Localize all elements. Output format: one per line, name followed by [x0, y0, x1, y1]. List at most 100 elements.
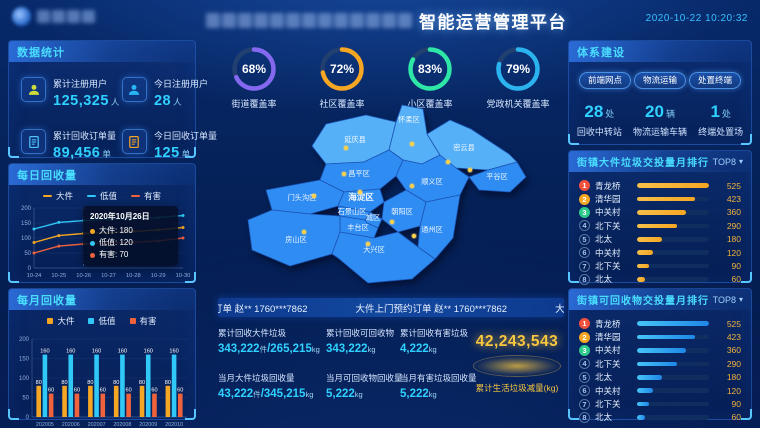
rank-value: 360 [714, 345, 741, 355]
bar-有害[interactable] [126, 394, 131, 417]
legend-marker [130, 318, 136, 324]
summary-unit: kg [429, 390, 437, 399]
rank-bar-fill [637, 183, 709, 188]
ranking-row: 6中关村120 [579, 246, 741, 259]
rank-value: 60 [714, 274, 741, 284]
summary-cell: 当月可回收物回收量5,222kg [326, 372, 400, 400]
chart-text: 10-28 [126, 273, 141, 279]
rank-badge: 2 [579, 332, 590, 343]
rank-bar-track [637, 348, 709, 353]
bar-低值[interactable] [68, 355, 73, 417]
summary-cell: 当月有害垃圾回收量5,222kg [400, 372, 468, 400]
tooltip-text: 大件: 180 [99, 225, 133, 237]
stat-label: 累计回收订单量 [53, 129, 116, 142]
bar-有害[interactable] [75, 394, 80, 417]
ticker-item: 大件上门预约订单 赵** 1760***7862 [356, 301, 556, 315]
summary-unit: kg [312, 345, 320, 354]
bar-有害[interactable] [152, 394, 157, 417]
system-tab-button[interactable]: 物流运输 [634, 72, 686, 89]
chart-text: 80 [139, 380, 145, 386]
ranking-list: 1青龙桥5252清华园4233中关村3604北下关2905北太1806中关村12… [569, 310, 751, 424]
ranking-row: 3中关村360 [579, 206, 741, 219]
legend-label: 低值 [98, 315, 115, 327]
gauge-percent: 68% [229, 44, 279, 94]
map-marker-dot [312, 194, 316, 198]
bar-低值[interactable] [94, 355, 99, 417]
legend-item-大件[interactable]: 大件 [47, 315, 74, 327]
rank-bar-fill [637, 250, 653, 255]
bar-低值[interactable] [43, 355, 48, 417]
tooltip-series-dot [90, 229, 95, 234]
summary-value: 343,222件/265,215kg [218, 343, 326, 355]
stat-text: 累计回收订单量89,456单 [53, 129, 116, 161]
ranking-row: 5北太180 [579, 233, 741, 246]
bar-大件[interactable] [36, 386, 41, 417]
legend-item-低值[interactable]: 低值 [88, 315, 115, 327]
legend-item-有害[interactable]: 有害 [130, 315, 157, 327]
rank-name: 中关村 [595, 247, 632, 259]
summary-unit: 件 [253, 390, 261, 399]
legend-item-低值[interactable]: 低值 [87, 190, 117, 202]
system-stat-unit: 辆 [666, 109, 675, 119]
chart-text: 60 [100, 388, 106, 394]
system-stat: 1处终端处置场 [690, 102, 751, 138]
summary-unit: kg [429, 345, 437, 354]
rank-badge: 5 [579, 372, 590, 383]
system-stat-label: 终端处置场 [690, 125, 751, 138]
ranking-row: 1青龙桥525 [579, 179, 741, 192]
summary-cell: 当月大件垃圾回收量43,222件/345,215kg [218, 372, 326, 400]
top8-selector[interactable]: TOP8 ▾ [713, 157, 743, 167]
bar-有害[interactable] [178, 394, 183, 417]
stat-text: 累计注册用户125,325人 [53, 77, 120, 109]
bar-大件[interactable] [88, 386, 93, 417]
chart-text: 10-27 [101, 273, 116, 279]
map-marker-dot [468, 168, 472, 172]
ranking-row: 8北太60 [579, 411, 741, 424]
summary-label: 累计回收有害垃圾 [400, 327, 468, 339]
rank-value: 525 [714, 181, 741, 191]
district-label: 丰台区 [347, 223, 369, 232]
rank-name: 清华园 [595, 331, 632, 343]
gauge-ring: 68% [229, 44, 279, 94]
rank-badge: 3 [579, 345, 590, 356]
bar-低值[interactable] [172, 355, 177, 417]
rank-value: 290 [714, 359, 741, 369]
legend-item-有害[interactable]: 有害 [131, 190, 161, 202]
top8-selector[interactable]: TOP8 ▾ [713, 295, 743, 305]
summary-cell: 累计回收有害垃圾4,222kg [400, 327, 468, 355]
panel-monthly-recycling: 每月回收量 大件低值有害 200150100500801606020200580… [8, 288, 196, 420]
bar-大件[interactable] [140, 386, 145, 417]
gauge-ring: 79% [493, 44, 543, 94]
panel-data-stats: 数据统计 累计注册用户125,325人今日注册用户28人累计回收订单量89,45… [8, 40, 196, 158]
system-tab-button[interactable]: 处置终端 [689, 72, 741, 89]
bar-低值[interactable] [120, 355, 125, 417]
chart-text: 150 [21, 221, 32, 227]
rank-bar-fill [637, 277, 645, 282]
district-label: 顺义区 [421, 177, 443, 186]
chart-text: 202008 [113, 422, 131, 428]
summary-label: 当月有害垃圾回收量 [400, 372, 468, 384]
map-marker-dot [446, 160, 450, 164]
ranking-row: 4北下关290 [579, 357, 741, 370]
district-label: 延庆县 [344, 135, 366, 144]
bar-低值[interactable] [146, 355, 151, 417]
legend-item-大件[interactable]: 大件 [43, 190, 73, 202]
chart-text: 10-29 [151, 273, 166, 279]
stat-item: 累计回收订单量89,456单 [21, 129, 120, 161]
rank-value: 90 [714, 261, 741, 271]
header: 智能运营管理平台 2020-10-22 10:20:32 [0, 0, 760, 36]
legend-label: 大件 [57, 315, 74, 327]
tooltip-row: 有害: 70 [90, 249, 171, 261]
stat-label: 今日注册用户 [154, 77, 208, 90]
map-marker-dot [358, 190, 362, 194]
bar-大件[interactable] [166, 386, 171, 417]
map-marker-dot [366, 242, 370, 246]
rank-value: 423 [714, 194, 741, 204]
bar-大件[interactable] [114, 386, 119, 417]
bar-有害[interactable] [100, 394, 105, 417]
bar-有害[interactable] [49, 394, 54, 417]
bar-大件[interactable] [62, 386, 67, 417]
rank-bar-track [637, 277, 709, 282]
chart-text: 10-25 [51, 273, 66, 279]
system-tab-button[interactable]: 前端网点 [579, 72, 631, 89]
